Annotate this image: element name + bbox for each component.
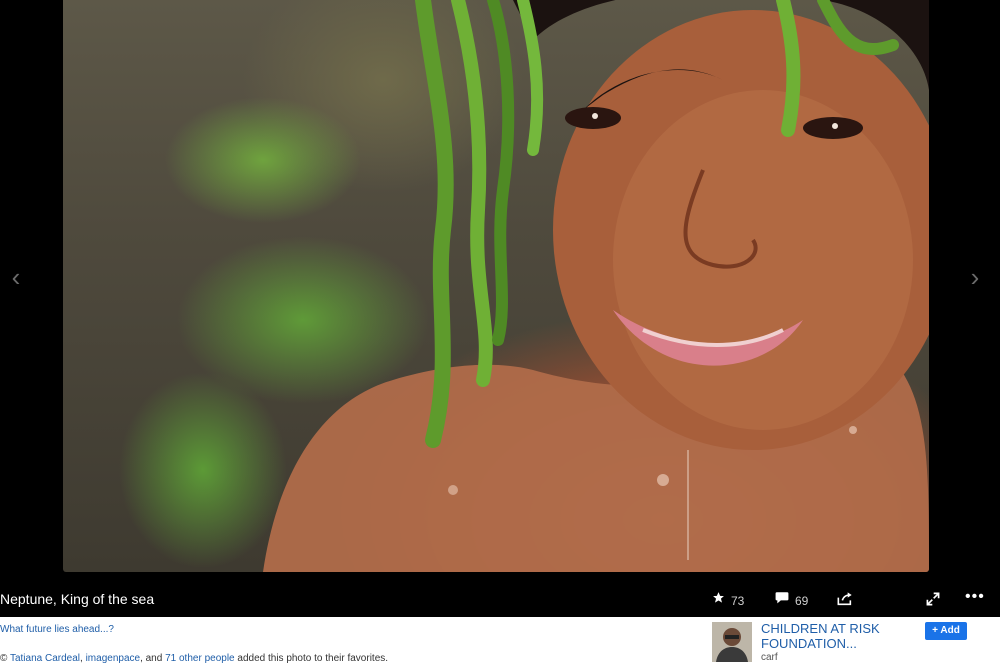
faves-count: 73 xyxy=(731,594,745,608)
faves-summary: © Tatiana Cardeal, imagenpace, and 71 ot… xyxy=(0,653,388,664)
comments-count: 69 xyxy=(795,594,809,608)
photo-stage: ‹ › Neptune, King of the sea 73 69 ••• xyxy=(0,0,1000,617)
more-options-button[interactable]: ••• xyxy=(965,588,985,606)
avatar-image xyxy=(712,622,752,662)
comment-icon xyxy=(775,592,789,604)
expand-icon xyxy=(926,592,940,606)
previous-photo-button[interactable]: ‹ xyxy=(6,262,26,292)
star-icon xyxy=(713,592,724,603)
main-photo[interactable] xyxy=(63,0,929,572)
more-icon: ••• xyxy=(965,588,985,605)
description-link[interactable]: What future lies ahead...? xyxy=(0,624,114,635)
group-name-link[interactable]: CHILDREN AT RISK FOUNDATION... xyxy=(761,621,921,651)
photo-details: What future lies ahead...? © Tatiana Car… xyxy=(0,617,1000,671)
share-button[interactable] xyxy=(837,592,853,611)
copyright-mark: © xyxy=(0,653,10,664)
photo-illustration xyxy=(263,0,929,572)
photo-title: Neptune, King of the sea xyxy=(0,591,155,607)
add-to-group-button[interactable]: + Add xyxy=(925,622,967,640)
fave-user-link[interactable]: imagenpace xyxy=(86,653,140,664)
faves-suffix: added this photo to their favorites. xyxy=(234,653,389,664)
comments-button[interactable]: 69 xyxy=(775,591,809,608)
next-photo-button[interactable]: › xyxy=(965,262,985,292)
expand-button[interactable] xyxy=(926,592,940,611)
other-people-link[interactable]: 71 other people xyxy=(165,653,235,664)
fave-user-link[interactable]: Tatiana Cardeal xyxy=(10,653,80,664)
share-icon xyxy=(837,592,852,606)
group-avatar[interactable] xyxy=(712,622,752,662)
faves-separator: , and xyxy=(140,653,166,664)
group-subtitle: carf xyxy=(761,652,778,663)
fave-button[interactable]: 73 xyxy=(712,591,745,608)
photo-info-bar: Neptune, King of the sea 73 69 ••• xyxy=(0,584,1000,614)
